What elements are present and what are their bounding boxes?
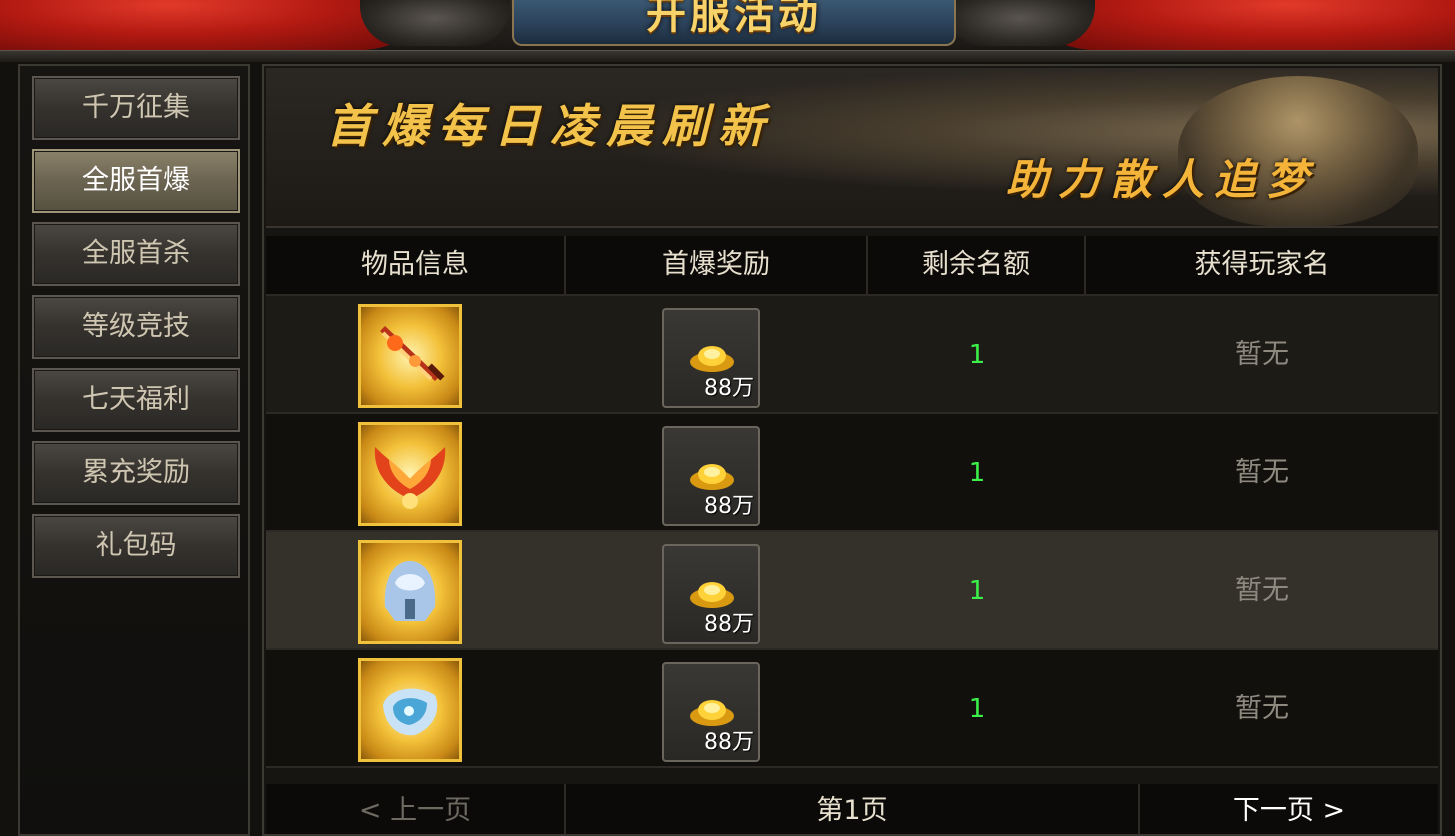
table-row: 88万 1 暂无 (266, 532, 1438, 650)
next-page-button[interactable]: 下一页 > (1140, 784, 1438, 834)
banner: 首爆每日凌晨刷新 助力散人追梦 (266, 68, 1438, 228)
remaining-count: 1 (968, 458, 986, 488)
reward-amount: 88万 (704, 612, 754, 637)
activity-window: 开服活动 千万征集 全服首爆 全服首杀 等级竞技 七天福利 累充奖励 礼包码 首… (0, 0, 1455, 836)
table-row: 88万 1 暂无 (266, 414, 1438, 532)
right-dragon-ornament-icon (945, 0, 1095, 46)
gold-ingot-icon (690, 464, 734, 490)
pagination: < 上一页 第1页 下一页 > (266, 784, 1438, 834)
player-name: 暂无 (1235, 457, 1289, 488)
sidebar-item-first-drop[interactable]: 全服首爆 (32, 149, 240, 213)
reward-amount: 88万 (704, 376, 754, 401)
ice-helmet-icon[interactable] (358, 540, 462, 644)
banner-headline: 首爆每日凌晨刷新 (326, 99, 774, 153)
reward-slot[interactable]: 88万 (662, 426, 760, 526)
flame-sword-icon[interactable] (358, 304, 462, 408)
gold-ingot-icon (690, 700, 734, 726)
frame-bar (0, 50, 1455, 62)
left-dragon-ornament-icon (360, 0, 510, 46)
sidebar-item-recharge[interactable]: 累充奖励 (32, 441, 240, 505)
sidebar-item-level-race[interactable]: 等级竞技 (32, 295, 240, 359)
fire-wings-icon[interactable] (358, 422, 462, 526)
table-header: 物品信息 首爆奖励 剩余名额 获得玩家名 (266, 236, 1438, 296)
reward-slot[interactable]: 88万 (662, 544, 760, 644)
top-frame: 开服活动 (0, 0, 1455, 62)
ice-bracer-icon[interactable] (358, 658, 462, 762)
gold-ingot-icon (690, 346, 734, 372)
window-title: 开服活动 (646, 0, 822, 38)
title-plate: 开服活动 (512, 0, 956, 46)
sidebar-item-collection[interactable]: 千万征集 (32, 76, 240, 140)
sidebar-item-gift-code[interactable]: 礼包码 (32, 514, 240, 578)
main-panel: 首爆每日凌晨刷新 助力散人追梦 物品信息 首爆奖励 剩余名额 获得玩家名 88万… (262, 64, 1442, 836)
player-name: 暂无 (1235, 339, 1289, 370)
sidebar-item-seven-day[interactable]: 七天福利 (32, 368, 240, 432)
sidebar: 千万征集 全服首爆 全服首杀 等级竞技 七天福利 累充奖励 礼包码 (18, 64, 250, 836)
column-header-player: 获得玩家名 (1194, 249, 1330, 280)
table-row: 88万 1 暂无 (266, 650, 1438, 768)
sidebar-item-first-kill[interactable]: 全服首杀 (32, 222, 240, 286)
reward-amount: 88万 (704, 494, 754, 519)
reward-amount: 88万 (704, 730, 754, 755)
gold-ingot-icon (690, 582, 734, 608)
player-name: 暂无 (1235, 693, 1289, 724)
player-name: 暂无 (1235, 575, 1289, 606)
column-header-item: 物品信息 (266, 236, 566, 294)
left-curtain-decoration (0, 0, 420, 50)
remaining-count: 1 (968, 694, 986, 724)
column-header-reward: 首爆奖励 (566, 236, 868, 294)
banner-tagline: 助力散人追梦 (1006, 155, 1319, 204)
remaining-count: 1 (968, 340, 986, 370)
right-curtain-decoration (1035, 0, 1455, 50)
prev-page-button[interactable]: < 上一页 (266, 784, 566, 834)
current-page-label: 第1页 (566, 784, 1140, 834)
column-header-remaining: 剩余名额 (868, 236, 1086, 294)
first-drop-table: 物品信息 首爆奖励 剩余名额 获得玩家名 88万 1 暂无 88万 1 暂无 8… (266, 236, 1438, 768)
remaining-count: 1 (968, 576, 986, 606)
reward-slot[interactable]: 88万 (662, 662, 760, 762)
table-row: 88万 1 暂无 (266, 296, 1438, 414)
reward-slot[interactable]: 88万 (662, 308, 760, 408)
